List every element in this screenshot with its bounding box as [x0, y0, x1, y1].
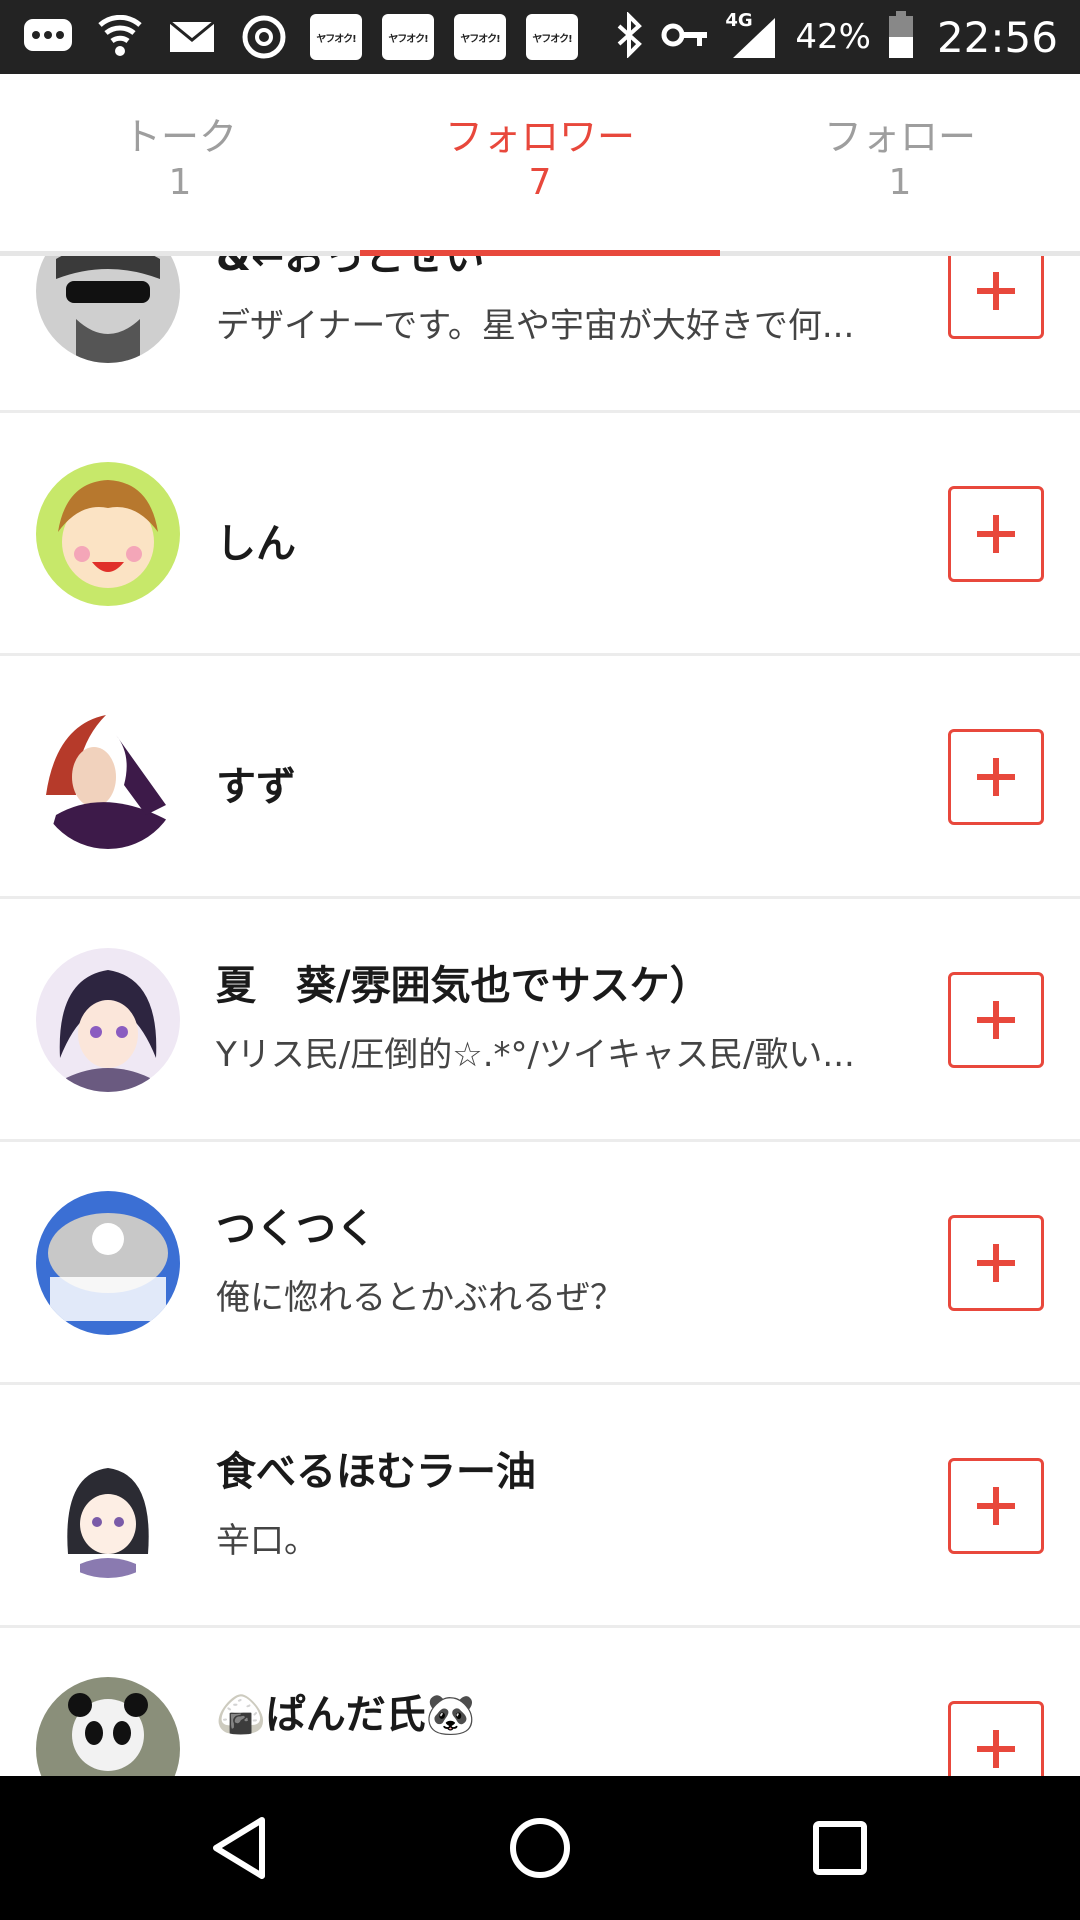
avatar[interactable]	[36, 948, 180, 1092]
network-type: 4G	[725, 10, 753, 31]
follower-name: 夏 葵/雰囲気也でサスケ）	[216, 963, 710, 1009]
mail-icon	[166, 14, 218, 60]
tab-followers[interactable]: フォロワー 7	[360, 114, 720, 206]
follower-name: しん	[216, 521, 296, 567]
follow-button[interactable]	[948, 1701, 1044, 1776]
list-item[interactable]: 夏 葵/雰囲気也でサスケ） Yリス民/圧倒的☆.*°/ツイキャス民/歌い...	[0, 899, 1080, 1142]
list-item[interactable]: つくつく 俺に惚れるとかぶれるぜ？	[0, 1142, 1080, 1385]
follower-bio: デザイナーです。星や宇宙が大好きで何...	[216, 306, 855, 346]
follower-name: 食べるほむラー油	[216, 1449, 536, 1495]
battery-percent: 42%	[795, 17, 871, 57]
plus-icon-stroke	[993, 1244, 999, 1282]
follow-button[interactable]	[948, 256, 1044, 339]
chrome-icon	[238, 14, 290, 60]
follower-name: つくつく	[216, 1206, 376, 1252]
follower-name: 🍙ぱんだ氏🐼	[216, 1692, 476, 1738]
list-item[interactable]: 食べるほむラー油 辛口。	[0, 1385, 1080, 1628]
yahoo-auction-icon: ヤフオク!	[382, 14, 434, 60]
follower-name: &←おっとせい	[216, 256, 485, 280]
follow-button[interactable]	[948, 972, 1044, 1068]
plus-icon-stroke	[993, 758, 999, 796]
home-icon[interactable]	[504, 1812, 576, 1884]
plus-icon-stroke	[993, 1730, 999, 1768]
list-item[interactable]: 🍙ぱんだ氏🐼	[0, 1628, 1080, 1776]
tab-count: 7	[528, 162, 552, 203]
navigation-bar	[0, 1776, 1080, 1920]
status-left-icons: ヤフオク! ヤフオク! ヤフオク! ヤフオク!	[22, 13, 578, 61]
list-item[interactable]: しん	[0, 413, 1080, 656]
avatar[interactable]	[36, 1677, 180, 1776]
signal-icon: 4G	[725, 10, 779, 60]
follower-name: すず	[216, 764, 296, 810]
avatar[interactable]	[36, 256, 180, 363]
plus-icon-stroke	[993, 1487, 999, 1525]
plus-icon-stroke	[993, 515, 999, 553]
follow-button[interactable]	[948, 486, 1044, 582]
back-icon[interactable]	[204, 1812, 276, 1884]
tab-following[interactable]: フォロー 1	[720, 114, 1080, 206]
yahoo-auction-icon: ヤフオク!	[454, 14, 506, 60]
tab-talk[interactable]: トーク 1	[0, 114, 360, 206]
tab-label: フォロワー	[444, 115, 635, 159]
avatar[interactable]	[36, 705, 180, 849]
list-item[interactable]: すず	[0, 656, 1080, 899]
yahoo-auction-icon: ヤフオク!	[310, 14, 362, 60]
bluetooth-icon	[615, 11, 645, 62]
tab-label: フォロー	[823, 115, 976, 159]
status-bar: ヤフオク! ヤフオク! ヤフオク! ヤフオク! 4G 42% 22:56	[0, 0, 1080, 74]
yahoo-auction-icon: ヤフオク!	[526, 14, 578, 60]
plus-icon-stroke	[993, 272, 999, 310]
clock: 22:56	[936, 12, 1058, 62]
follow-button[interactable]	[948, 729, 1044, 825]
avatar[interactable]	[36, 462, 180, 606]
follower-list[interactable]: &←おっとせい デザイナーです。星や宇宙が大好きで何... しん すず 夏 葵/…	[0, 256, 1080, 1776]
follow-button[interactable]	[948, 1215, 1044, 1311]
avatar[interactable]	[36, 1434, 180, 1578]
tab-label: トーク	[122, 115, 237, 159]
follower-bio: 辛口。	[216, 1521, 318, 1561]
vpn-key-icon	[661, 20, 709, 54]
plus-icon-stroke	[993, 1001, 999, 1039]
tab-count: 1	[888, 162, 912, 203]
avatar[interactable]	[36, 1191, 180, 1335]
chat-bubble-icon	[22, 14, 74, 60]
tab-count: 1	[168, 162, 192, 203]
follower-bio: 俺に惚れるとかぶれるぜ？	[216, 1278, 624, 1318]
follow-button[interactable]	[948, 1458, 1044, 1554]
wifi-icon	[94, 14, 146, 60]
battery-icon	[887, 11, 915, 63]
status-right-icons: 4G 42% 22:56	[615, 10, 1058, 64]
follower-bio: Yリス民/圧倒的☆.*°/ツイキャス民/歌い...	[216, 1035, 855, 1075]
tab-bar: トーク 1 フォロワー 7 フォロー 1	[0, 74, 1080, 256]
list-item[interactable]: &←おっとせい デザイナーです。星や宇宙が大好きで何...	[0, 256, 1080, 413]
recents-icon[interactable]	[804, 1812, 876, 1884]
